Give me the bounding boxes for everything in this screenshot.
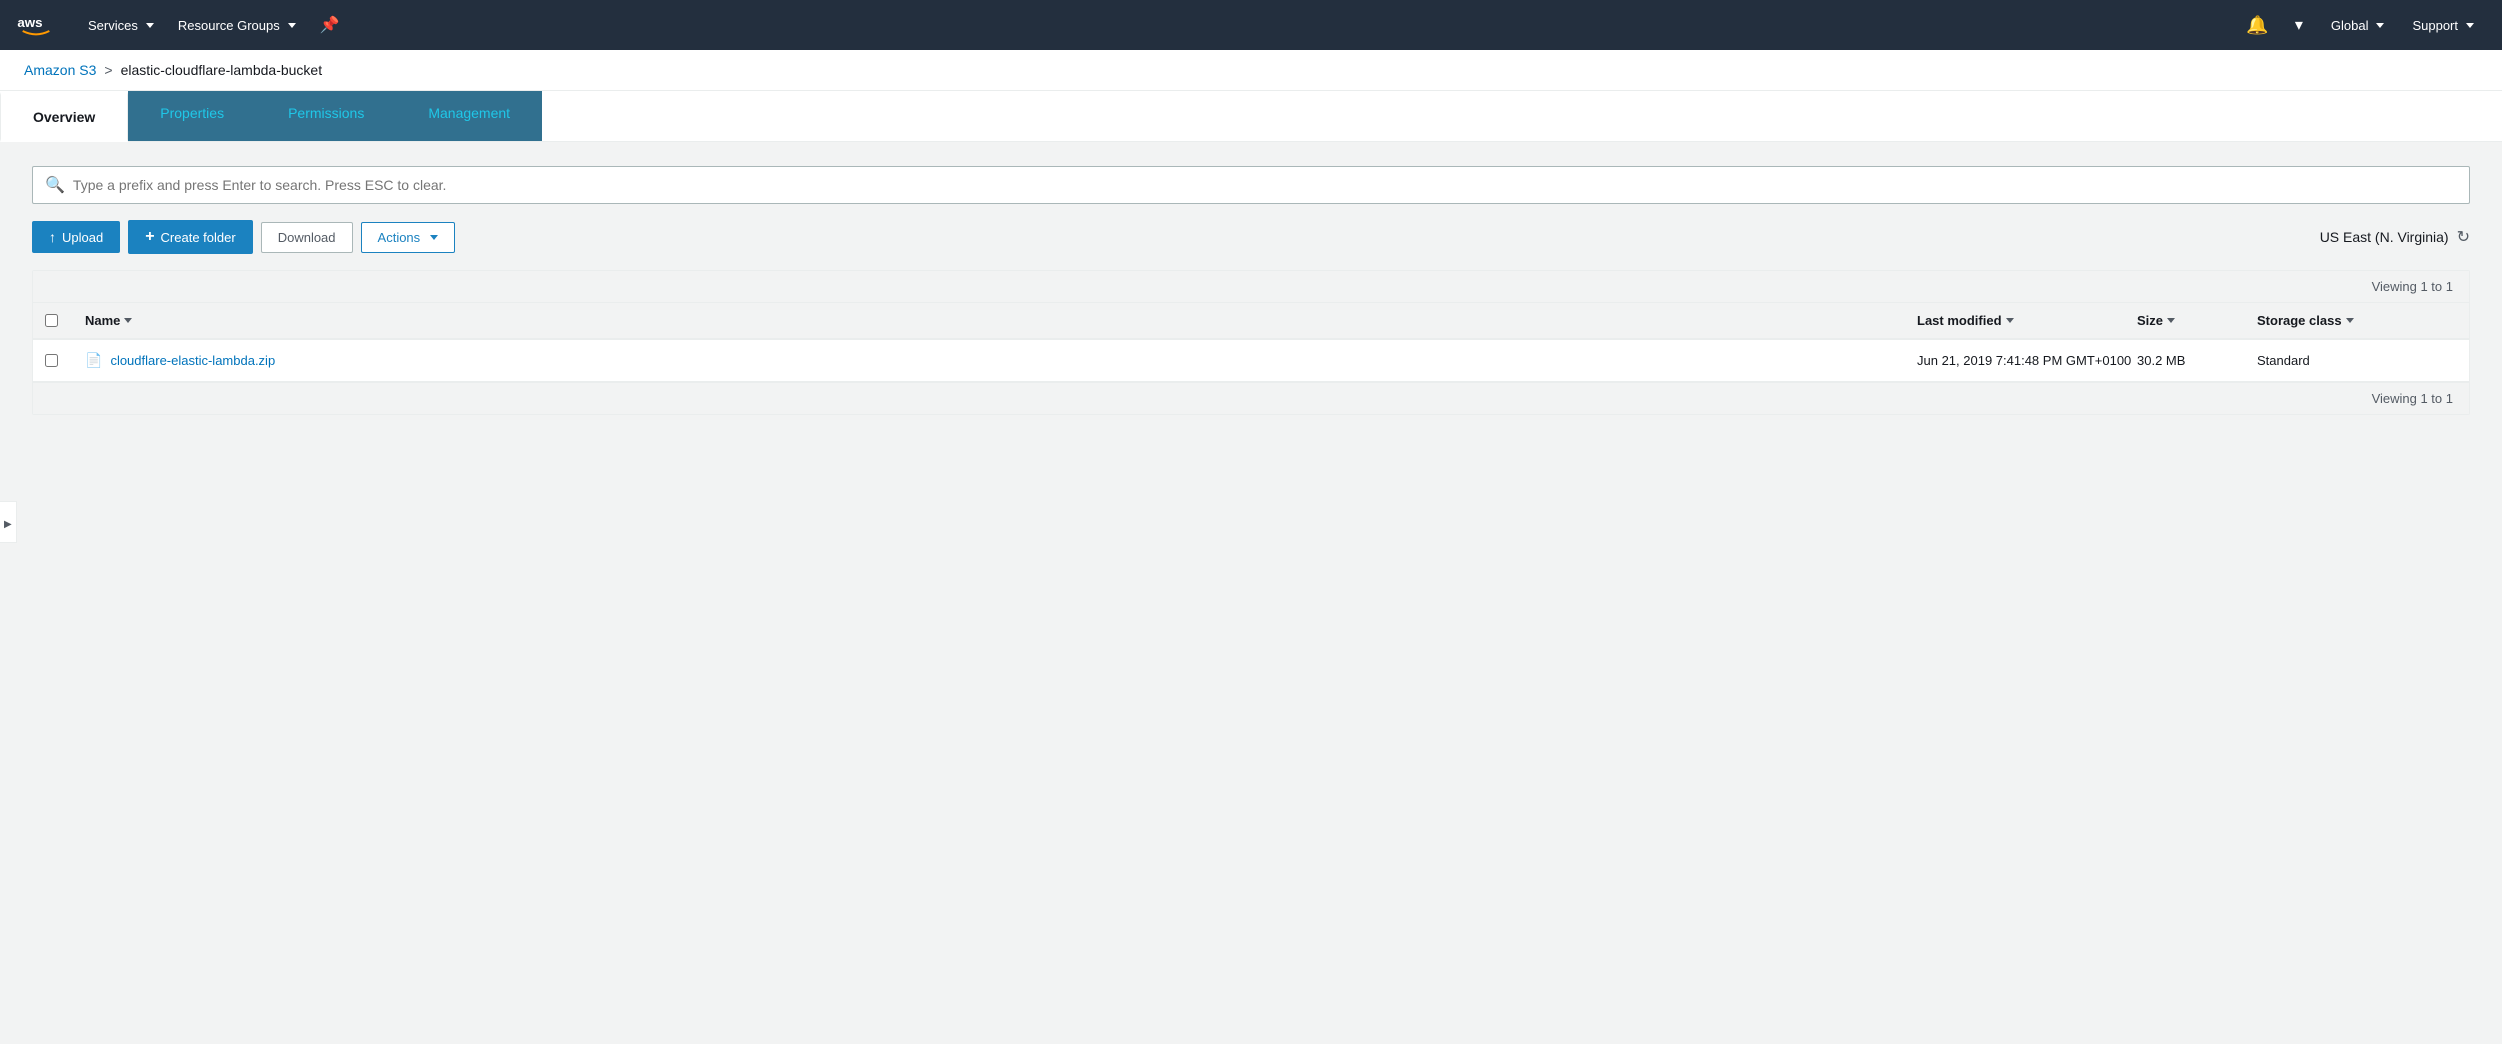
top-navigation: aws Services Resource Groups 📌 🔔 ▾ Globa… bbox=[0, 0, 2502, 50]
global-label: Global bbox=[2331, 18, 2369, 33]
table-row: 📄 cloudflare-elastic-lambda.zip Jun 21, … bbox=[33, 340, 2469, 382]
tab-management[interactable]: Management bbox=[396, 91, 542, 141]
tab-overview[interactable]: Overview bbox=[0, 92, 128, 142]
search-icon: 🔍 bbox=[45, 175, 65, 195]
search-input[interactable] bbox=[73, 167, 2457, 203]
services-chevron-icon bbox=[146, 23, 154, 28]
download-label: Download bbox=[278, 230, 336, 245]
size-cell: 30.2 MB bbox=[2137, 353, 2257, 368]
header-checkbox-cell bbox=[45, 313, 85, 328]
name-sort-icon bbox=[124, 318, 132, 323]
nav-right-section: 🔔 ▾ Global Support bbox=[2236, 0, 2486, 50]
nav-support[interactable]: Support bbox=[2400, 0, 2486, 50]
file-icon: 📄 bbox=[85, 352, 102, 369]
storage-class-cell: Standard bbox=[2257, 353, 2457, 368]
size-sort-icon bbox=[2167, 318, 2175, 323]
create-folder-label: Create folder bbox=[161, 230, 236, 245]
upload-label: Upload bbox=[62, 230, 103, 245]
tab-properties[interactable]: Properties bbox=[128, 91, 256, 141]
resource-groups-label: Resource Groups bbox=[178, 18, 280, 33]
row-checkbox[interactable] bbox=[45, 354, 58, 367]
tab-properties-label: Properties bbox=[160, 105, 224, 121]
actions-bar: Upload Create folder Download Actions US… bbox=[32, 220, 2470, 254]
viewing-count-bottom: Viewing 1 to 1 bbox=[2372, 391, 2453, 406]
actions-label: Actions bbox=[378, 230, 421, 245]
upload-icon bbox=[49, 229, 56, 245]
tab-permissions[interactable]: Permissions bbox=[256, 91, 396, 141]
svg-text:aws: aws bbox=[17, 15, 42, 30]
support-chevron-icon bbox=[2466, 23, 2474, 28]
breadcrumb-separator: > bbox=[104, 62, 112, 78]
name-column-label: Name bbox=[85, 313, 120, 328]
viewing-bar-bottom: Viewing 1 to 1 bbox=[33, 382, 2469, 414]
refresh-button[interactable]: ↻ bbox=[2457, 227, 2470, 247]
bookmark-icon: 📌 bbox=[320, 15, 340, 35]
storage-class-sort-icon bbox=[2346, 318, 2354, 323]
row-checkbox-cell bbox=[45, 354, 85, 367]
aws-logo[interactable]: aws bbox=[16, 11, 56, 39]
files-table: Viewing 1 to 1 Name Last modified Size S… bbox=[32, 270, 2470, 415]
header-size[interactable]: Size bbox=[2137, 313, 2257, 328]
nav-global[interactable]: Global bbox=[2319, 0, 2397, 50]
breadcrumb: Amazon S3 > elastic-cloudflare-lambda-bu… bbox=[0, 50, 2502, 91]
viewing-bar-top: Viewing 1 to 1 bbox=[33, 271, 2469, 303]
tab-permissions-label: Permissions bbox=[288, 105, 364, 121]
tab-management-label: Management bbox=[428, 105, 510, 121]
nav-bookmark[interactable]: 📌 bbox=[308, 0, 352, 50]
table-header: Name Last modified Size Storage class bbox=[33, 303, 2469, 340]
actions-dropdown-button[interactable]: Actions bbox=[361, 222, 456, 253]
search-container: 🔍 bbox=[32, 166, 2470, 204]
region-label: US East (N. Virginia) bbox=[2320, 229, 2449, 245]
storage-class-column-label: Storage class bbox=[2257, 313, 2342, 328]
account-chevron-icon: ▾ bbox=[2295, 15, 2303, 35]
header-storage-class[interactable]: Storage class bbox=[2257, 313, 2457, 328]
services-label: Services bbox=[88, 18, 138, 33]
upload-button[interactable]: Upload bbox=[32, 221, 120, 253]
nav-resource-groups[interactable]: Resource Groups bbox=[166, 0, 308, 50]
size-column-label: Size bbox=[2137, 313, 2163, 328]
last-modified-column-label: Last modified bbox=[1917, 313, 2002, 328]
refresh-icon: ↻ bbox=[2457, 229, 2470, 246]
header-last-modified[interactable]: Last modified bbox=[1917, 313, 2137, 328]
last-modified-cell: Jun 21, 2019 7:41:48 PM GMT+0100 bbox=[1917, 353, 2137, 368]
actions-chevron-icon bbox=[430, 235, 438, 240]
plus-icon bbox=[145, 228, 154, 246]
last-modified-sort-icon bbox=[2006, 318, 2014, 323]
breadcrumb-parent-link[interactable]: Amazon S3 bbox=[24, 62, 96, 78]
viewing-count-top: Viewing 1 to 1 bbox=[2372, 279, 2453, 294]
nav-account[interactable]: ▾ bbox=[2283, 0, 2315, 50]
tab-overview-label: Overview bbox=[33, 109, 95, 125]
collapse-arrow-icon: ▶ bbox=[4, 519, 12, 530]
main-content: 🔍 Upload Create folder Download Actions … bbox=[0, 142, 2502, 439]
notifications-button[interactable]: 🔔 bbox=[2236, 0, 2278, 50]
breadcrumb-current: elastic-cloudflare-lambda-bucket bbox=[121, 62, 323, 78]
select-all-checkbox[interactable] bbox=[45, 314, 58, 327]
nav-services[interactable]: Services bbox=[76, 0, 166, 50]
support-label: Support bbox=[2412, 18, 2458, 33]
file-name-link[interactable]: cloudflare-elastic-lambda.zip bbox=[110, 353, 275, 368]
bell-icon: 🔔 bbox=[2246, 15, 2268, 36]
side-collapse-handle[interactable]: ▶ bbox=[0, 501, 17, 543]
download-button[interactable]: Download bbox=[261, 222, 353, 253]
file-name-cell: 📄 cloudflare-elastic-lambda.zip bbox=[85, 352, 1917, 369]
create-folder-button[interactable]: Create folder bbox=[128, 220, 253, 254]
region-display: US East (N. Virginia) ↻ bbox=[2320, 227, 2470, 247]
header-name[interactable]: Name bbox=[85, 313, 1917, 328]
tabs-container: Overview Properties Permissions Manageme… bbox=[0, 91, 2502, 142]
global-chevron-icon bbox=[2376, 23, 2384, 28]
resource-groups-chevron-icon bbox=[288, 23, 296, 28]
